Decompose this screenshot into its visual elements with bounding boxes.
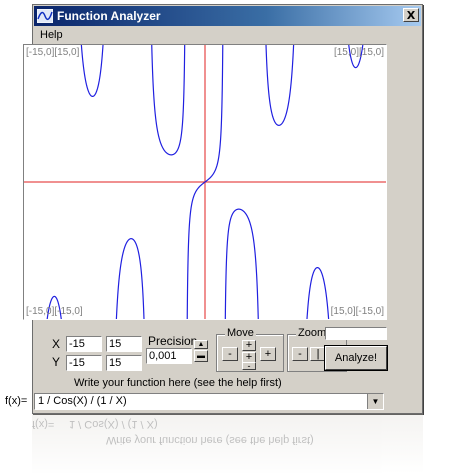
function-graph xyxy=(24,45,386,319)
reflection-function-value: 1 / Cos(X) / (1 / X) xyxy=(69,418,158,430)
close-button[interactable]: X xyxy=(403,8,419,22)
menu-help[interactable]: Help xyxy=(40,29,63,41)
y-max-input[interactable]: 15 xyxy=(106,355,142,371)
title-bar[interactable]: Function Analyzer X xyxy=(34,6,421,26)
menu-bar: Help xyxy=(34,27,421,45)
analysis-progress-bar xyxy=(325,327,387,340)
corner-label-top-left: [-15,0][15,0] xyxy=(26,47,80,58)
precision-apply-button[interactable]: ▬ xyxy=(194,350,208,362)
corner-label-top-right: [15,0][15,0] xyxy=(333,47,384,58)
graph-app-icon xyxy=(37,9,53,23)
corner-label-bottom-left: [-15,0][-15,0] xyxy=(26,306,83,317)
curve-segment-3 xyxy=(115,238,145,319)
move-up-button[interactable]: + xyxy=(242,340,256,351)
function-value: 1 / Cos(X) / (1 / X) xyxy=(38,395,127,407)
analyze-button[interactable]: Analyze! xyxy=(325,346,387,370)
x-range-label: X xyxy=(52,337,61,351)
move-right-button[interactable]: + xyxy=(260,347,276,361)
x-max-input[interactable]: 15 xyxy=(106,336,142,352)
curve-segment-2 xyxy=(80,45,104,98)
curve-segment-4 xyxy=(151,45,186,156)
function-input[interactable]: 1 / Cos(X) / (1 / X) ▼ xyxy=(34,393,384,410)
corner-label-bottom-right: [15,0][-15,0] xyxy=(330,306,384,317)
move-label: Move xyxy=(225,327,256,339)
curve-segment-7 xyxy=(265,45,295,126)
zoom-reset-button[interactable]: | xyxy=(310,347,326,361)
zoom-label: Zoom xyxy=(296,327,329,339)
window-title: Function Analyzer xyxy=(57,9,161,23)
curve-segment-6 xyxy=(224,208,259,319)
y-range-label: Y xyxy=(52,355,61,369)
plot-area[interactable]: [-15,0][15,0] [15,0][15,0] [-15,0][-15,0… xyxy=(23,44,387,320)
reflection-function-label: f(x)= xyxy=(32,418,55,430)
reflection-function-prompt: Write your function here (see the help f… xyxy=(106,434,314,446)
dropdown-arrow-icon[interactable]: ▼ xyxy=(367,394,383,409)
precision-label: Precision xyxy=(148,334,198,348)
function-label: f(x)= xyxy=(5,395,28,407)
move-down-button[interactable]: - xyxy=(242,362,256,371)
window-reflection: f(x)= 1 / Cos(X) / (1 / X) Write your fu… xyxy=(32,414,423,474)
x-min-input[interactable]: -15 xyxy=(66,336,102,352)
zoom-out-button[interactable]: - xyxy=(292,347,308,361)
precision-input[interactable]: 0,001 xyxy=(146,348,192,364)
function-prompt: Write your function here (see the help f… xyxy=(74,377,282,389)
y-min-input[interactable]: -15 xyxy=(66,355,102,371)
move-left-button[interactable]: - xyxy=(222,347,238,361)
precision-up-button[interactable]: ▲ xyxy=(194,340,208,349)
